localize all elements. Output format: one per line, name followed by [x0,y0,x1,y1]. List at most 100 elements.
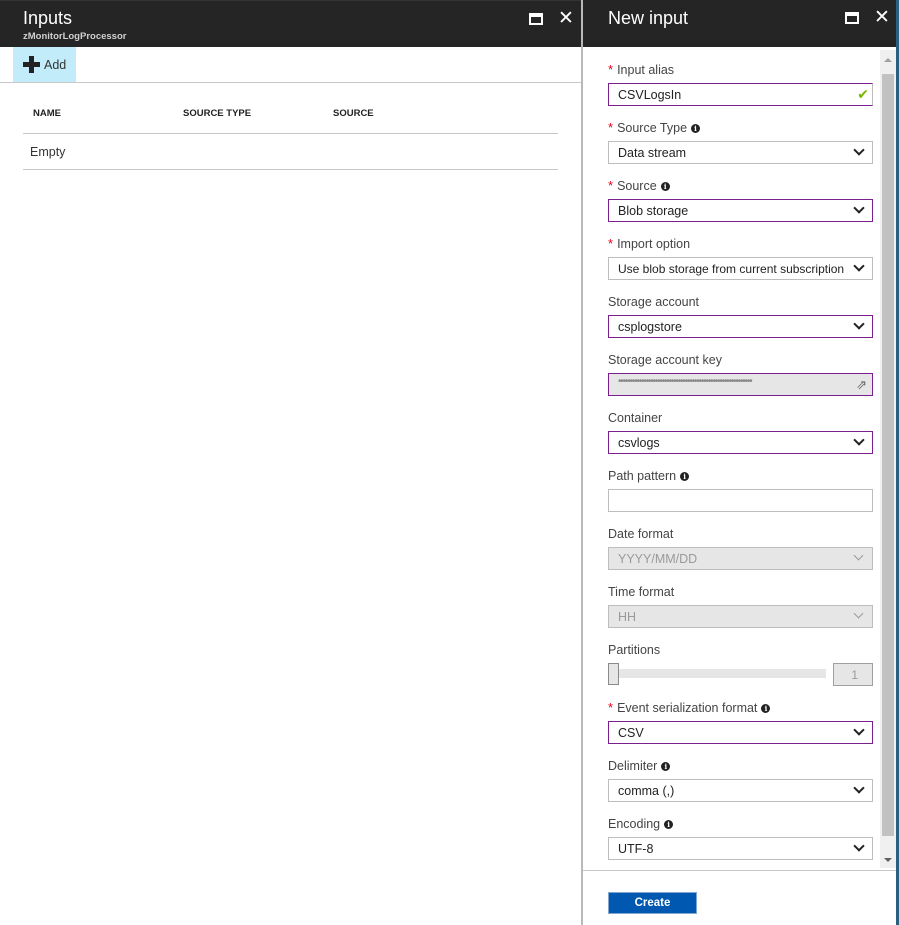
field-label: Storage account key [608,353,722,367]
new-input-blade-header: New input ✕ [583,0,896,47]
scroll-up-arrow-icon[interactable] [884,58,892,62]
close-icon: ✕ [558,8,574,29]
delimiter-value: comma (,) [618,784,675,798]
delimiter-dropdown[interactable]: comma (,) [608,779,873,802]
field-label: Time format [608,585,675,599]
blade-title: Inputs [23,8,73,28]
source-dropdown[interactable]: Blob storage [608,199,873,222]
add-label: Add [44,58,67,72]
storage-account-dropdown[interactable]: csplogstore [608,315,873,338]
form-scrollbar[interactable] [880,50,896,868]
field-label: Encoding [608,817,661,831]
field-storage-account-key: Storage account key ••••••••••••••••••••… [608,351,873,396]
storage-account-value: csplogstore [618,320,682,334]
field-delimiter: Delimiter i comma (,) [608,757,873,802]
field-event-serialization-format: * Event serialization format i CSV [608,699,873,744]
maximize-button[interactable] [843,9,861,27]
scroll-down-arrow-icon[interactable] [884,858,892,862]
source-type-dropdown[interactable]: Data stream [608,141,873,164]
field-label: Source [617,179,657,193]
info-icon[interactable]: i [661,762,671,771]
key-icon: ⇗ [856,377,867,392]
inputs-blade-header: Inputs zMonitorLogProcessor ✕ [0,0,581,47]
partitions-value: 1 [833,663,873,686]
inputs-blade: Inputs zMonitorLogProcessor ✕ Add NAME S… [0,0,581,925]
blade-title: New input [608,8,689,28]
field-label: Event serialization format [617,701,758,715]
input-alias-field[interactable]: CSVLogsIn ✔ [608,83,873,106]
field-label: Delimiter [608,759,658,773]
close-button[interactable]: ✕ [873,8,891,27]
column-header-name[interactable]: NAME [33,108,61,119]
partitions-control: 1 [608,663,873,686]
container-value: csvlogs [618,436,660,450]
source-type-value: Data stream [618,146,687,160]
chevron-down-icon [854,146,864,156]
chevron-down-icon [854,552,864,562]
scrollbar-thumb[interactable] [882,74,894,836]
info-icon[interactable]: i [664,820,674,829]
info-icon[interactable]: i [660,182,670,191]
field-date-format: Date format YYYY/MM/DD [608,525,873,570]
required-marker: * [608,178,614,193]
partitions-slider-thumb[interactable] [608,663,619,685]
date-format-value: YYYY/MM/DD [618,552,698,566]
maximize-button[interactable] [527,10,545,28]
field-label: Source Type [617,121,688,135]
path-pattern-input[interactable] [608,489,873,512]
create-button[interactable]: Create [608,892,697,914]
chevron-down-icon [854,320,864,330]
event-serialization-format-dropdown[interactable]: CSV [608,721,873,744]
container-dropdown[interactable]: csvlogs [608,431,873,454]
chevron-down-icon [854,726,864,736]
maximize-icon [845,12,859,24]
date-format-dropdown: YYYY/MM/DD [608,547,873,570]
add-input-button[interactable]: Add [13,47,76,82]
new-input-blade: New input ✕ * Input alias CSVLogsIn ✔ * So… [583,0,896,925]
chevron-down-icon [854,262,864,272]
field-input-alias: * Input alias CSVLogsIn ✔ [608,61,873,106]
blade-subtitle: zMonitorLogProcessor [23,31,127,42]
plus-icon [23,56,40,73]
chevron-down-icon [854,784,864,794]
field-label: Date format [608,527,674,541]
column-header-source[interactable]: SOURCE [333,108,374,119]
field-label: Import option [617,237,691,251]
time-format-value: HH [618,610,637,624]
field-label: Input alias [617,63,675,77]
time-format-dropdown: HH [608,605,873,628]
required-marker: * [608,700,614,715]
partitions-slider-track[interactable] [608,669,826,678]
new-input-form: * Input alias CSVLogsIn ✔ * Source Type i D… [583,47,896,870]
info-icon[interactable]: i [691,124,701,133]
import-option-dropdown[interactable]: Use blob storage from current subscripti… [608,257,873,280]
field-storage-account: Storage account csplogstore [608,293,873,338]
close-button[interactable]: ✕ [557,8,575,29]
table-header-row: NAME SOURCE TYPE SOURCE [23,95,558,134]
field-path-pattern: Path pattern i [608,467,873,512]
valid-check-icon: ✔ [857,86,869,102]
field-label: Container [608,411,663,425]
source-value: Blob storage [618,204,689,218]
chevron-down-icon [854,436,864,446]
field-label: Path pattern [608,469,677,483]
field-label: Storage account [608,295,700,309]
input-alias-value: CSVLogsIn [618,88,682,102]
empty-message: Empty [30,145,66,159]
inputs-table: NAME SOURCE TYPE SOURCE Empty [23,95,558,170]
field-import-option: * Import option Use blob storage from cur… [608,235,873,280]
encoding-value: UTF-8 [618,842,654,856]
inputs-toolbar: Add [0,47,581,83]
storage-account-key-field[interactable]: ••••••••••••••••••••••••••••••••••••••••… [608,373,873,396]
encoding-dropdown[interactable]: UTF-8 [608,837,873,860]
info-icon[interactable]: i [680,472,690,481]
maximize-icon [529,13,543,25]
field-source-type: * Source Type i Data stream [608,119,873,164]
info-icon[interactable]: i [761,704,771,713]
table-row: Empty [23,134,558,170]
column-header-source-type[interactable]: SOURCE TYPE [183,108,251,119]
event-serialization-format-value: CSV [618,726,644,740]
field-time-format: Time format HH [608,583,873,628]
field-source: * Source i Blob storage [608,177,873,222]
field-container: Container csvlogs [608,409,873,454]
